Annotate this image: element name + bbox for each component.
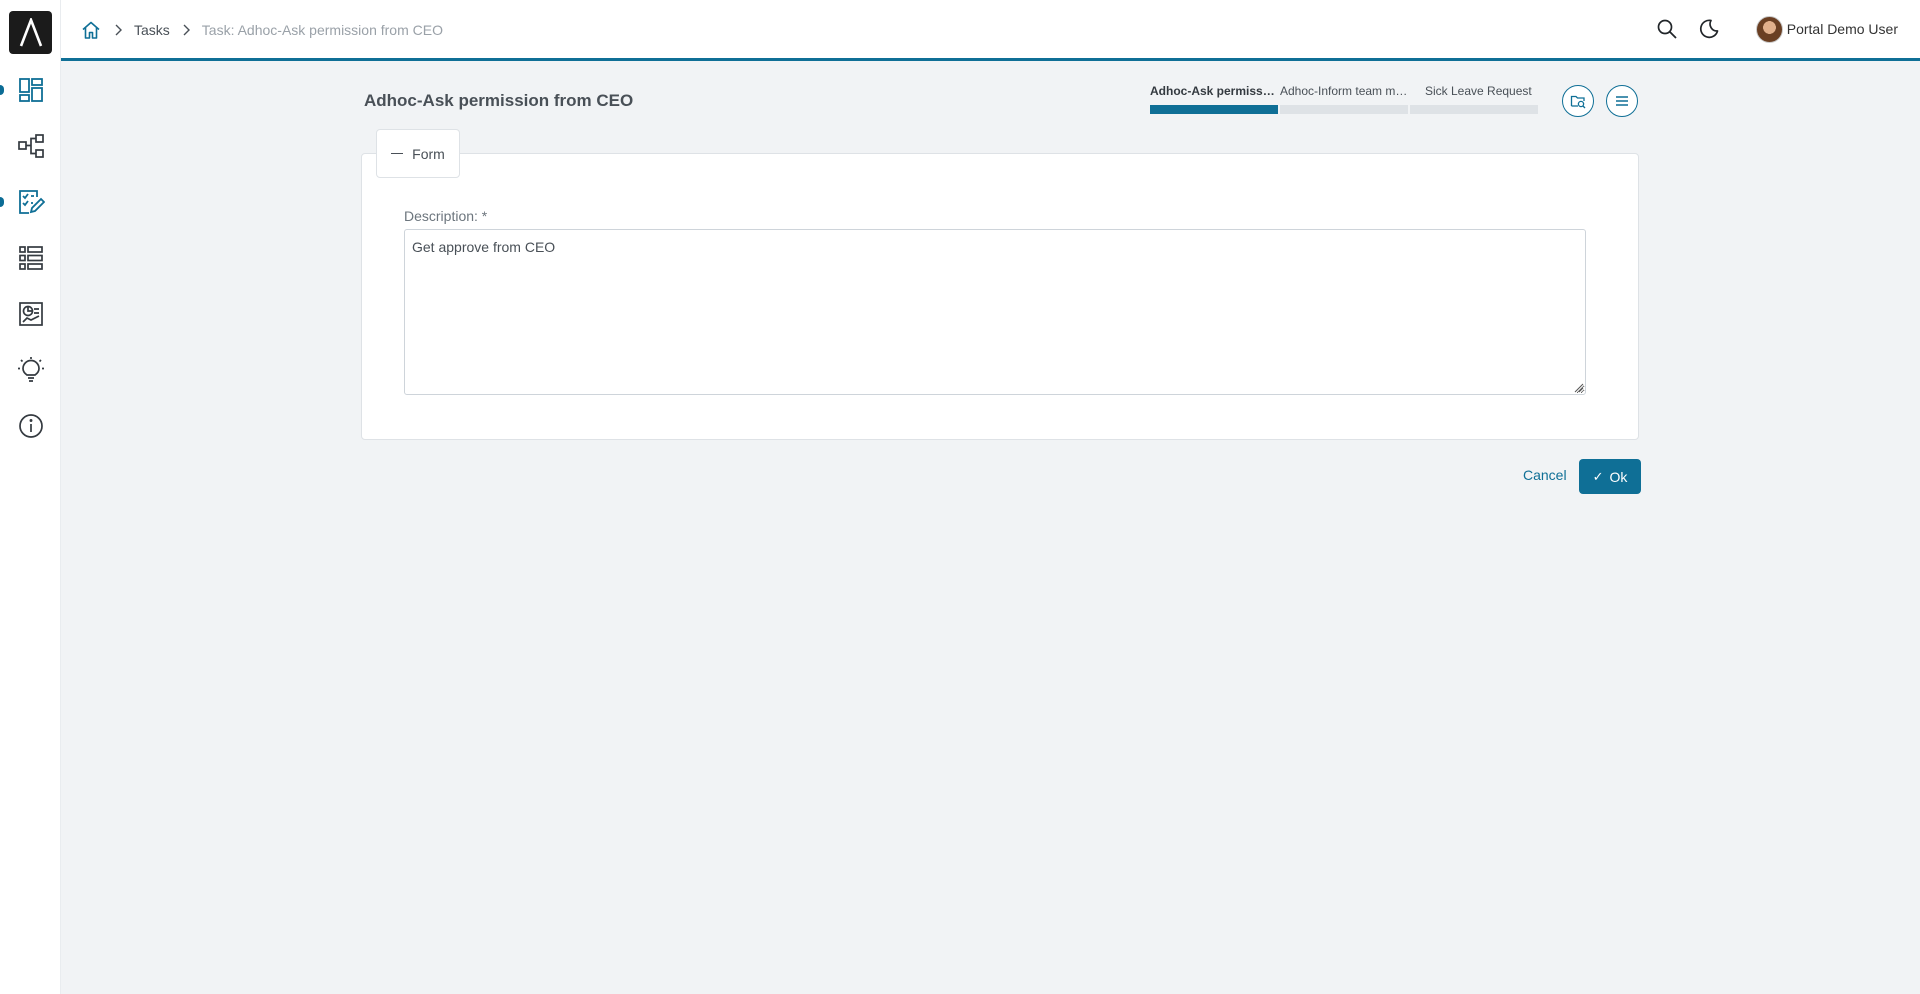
step-label: Adhoc-Ask permission from CEO [1150, 84, 1278, 98]
task-icon [18, 190, 45, 214]
top-bar: Tasks Task: Adhoc-Ask permission from CE… [61, 0, 1920, 61]
case-list-icon [18, 246, 43, 270]
breadcrumb: Tasks Task: Adhoc-Ask permission from CE… [80, 19, 443, 41]
idea-icon [17, 357, 44, 382]
folder-search-icon [1570, 95, 1586, 109]
chevron-right-icon [110, 22, 126, 38]
sidebar-item-cases[interactable] [0, 236, 61, 280]
sidebar-item-ideas[interactable] [0, 348, 61, 392]
sidebar-item-processes[interactable] [0, 124, 61, 168]
form-legend-label: Form [412, 145, 445, 162]
logo-icon [19, 17, 42, 46]
top-actions: Portal Demo User [1655, 0, 1920, 58]
dark-mode-icon[interactable] [1697, 17, 1721, 41]
sidebar-item-dashboard[interactable] [0, 68, 61, 112]
step-3[interactable]: Sick Leave Request [1410, 83, 1538, 114]
step-1[interactable]: Adhoc-Ask permission from CEO [1150, 83, 1278, 114]
step-progress-bar [1150, 105, 1278, 114]
active-indicator [0, 197, 4, 207]
sidebar-item-about[interactable] [0, 404, 61, 448]
breadcrumb-current: Task: Adhoc-Ask permission from CEO [201, 22, 443, 38]
task-menu-button[interactable] [1606, 85, 1638, 117]
app-logo[interactable] [9, 11, 52, 54]
step-progress-bar [1410, 105, 1538, 114]
step-2[interactable]: Adhoc-Inform team members [1280, 83, 1408, 114]
dashboard-icon [18, 78, 43, 102]
cancel-button[interactable]: Cancel [1523, 467, 1567, 483]
user-name: Portal Demo User [1786, 21, 1898, 37]
info-icon [18, 414, 43, 438]
user-menu[interactable]: Portal Demo User [1755, 15, 1898, 43]
sidebar-item-statistics[interactable] [0, 292, 61, 336]
page-title: Adhoc-Ask permission from CEO [364, 91, 634, 110]
minus-icon [391, 152, 404, 155]
step-label: Sick Leave Request [1425, 84, 1532, 98]
avatar [1755, 15, 1783, 43]
sidebar [0, 0, 61, 994]
step-label: Adhoc-Inform team members [1280, 84, 1408, 98]
ok-button[interactable]: ✓ Ok [1579, 459, 1641, 494]
description-label: Description: * [404, 208, 488, 224]
search-icon[interactable] [1655, 17, 1679, 41]
home-icon[interactable] [80, 19, 102, 41]
chevron-right-icon [178, 22, 194, 38]
description-field[interactable]: Get approve from CEO [404, 229, 1586, 395]
form-toggle[interactable]: Form [376, 129, 460, 178]
process-icon [17, 134, 44, 158]
step-progress-bar [1280, 105, 1408, 114]
breadcrumb-tasks[interactable]: Tasks [134, 22, 170, 38]
menu-icon [1616, 96, 1628, 106]
ok-label: Ok [1609, 468, 1628, 485]
statistics-icon [18, 302, 43, 326]
active-indicator [0, 85, 4, 95]
sidebar-item-tasks[interactable] [0, 180, 61, 224]
check-icon: ✓ [1592, 468, 1604, 484]
case-details-button[interactable] [1562, 85, 1594, 117]
